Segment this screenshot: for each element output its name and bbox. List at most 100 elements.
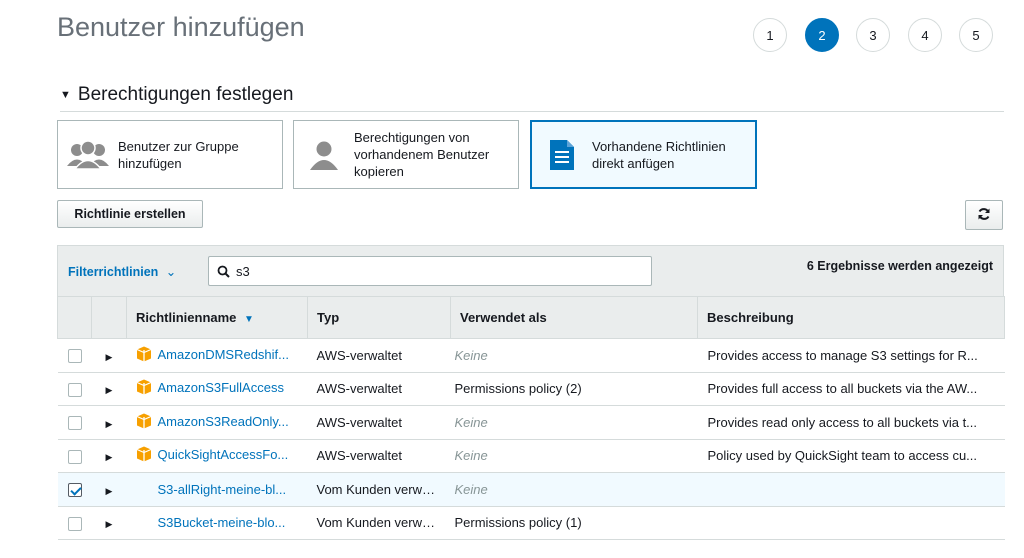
policy-name-link[interactable]: S3-allRight-meine-bl... (158, 482, 287, 497)
policy-used-as: Permissions policy (2) (450, 372, 698, 406)
policy-used-as: Keine (450, 472, 698, 507)
policy-description: Provides read only access to all buckets… (697, 405, 1005, 440)
row-checkbox-cell (57, 405, 92, 440)
column-header-used-as[interactable]: Verwendet als (450, 296, 698, 339)
chevron-down-icon: ⌄ (165, 265, 177, 279)
table-header-row: Richtlinienname ▼ Typ Verwendet als Besc… (57, 296, 1005, 339)
policy-type: AWS-verwaltet (307, 439, 451, 473)
policy-description: Provides access to manage S3 settings fo… (697, 338, 1005, 373)
aws-managed-icon (136, 446, 152, 465)
column-header-description[interactable]: Beschreibung (697, 296, 1005, 339)
policy-used-as: Keine (450, 405, 698, 440)
aws-managed-icon (136, 379, 152, 398)
document-icon (532, 138, 592, 172)
row-expand-cell: ▶ (91, 405, 127, 440)
caret-down-icon: ▼ (60, 89, 71, 101)
row-checkbox-cell (57, 439, 92, 473)
policy-name-cell: AmazonS3ReadOnly... (126, 405, 308, 440)
table-row[interactable]: ▶ QuickSightAccessFo... AWS-verwaltet Keine… (57, 439, 1005, 473)
policy-name-cell: QuickSightAccessFo... (126, 439, 308, 473)
filter-policies-dropdown[interactable]: Filterrichtlinien ⌄ (68, 264, 176, 279)
policy-name-link[interactable]: AmazonDMSRedshif... (158, 347, 290, 362)
caret-right-icon[interactable]: ▶ (106, 385, 113, 395)
table-row[interactable]: ▶ AmazonDMSRedshif... AWS-verwaltet Keine Pr… (57, 338, 1005, 373)
search-icon (217, 265, 230, 278)
row-checkbox[interactable] (67, 416, 82, 431)
row-checkbox-cell (57, 372, 92, 406)
option-label: Vorhandene Richtlinien direkt anfügen (592, 138, 726, 171)
step-3[interactable]: 3 (856, 18, 890, 52)
row-checkbox-cell (57, 472, 92, 507)
policy-description (697, 506, 1005, 540)
policy-description (697, 472, 1005, 507)
policy-type: Vom Kunden verwaltet (307, 506, 451, 540)
step-2[interactable]: 2 (805, 18, 839, 52)
policy-type: AWS-verwaltet (307, 405, 451, 440)
page-title: Benutzer hinzufügen (57, 12, 305, 42)
policy-type: AWS-verwaltet (307, 338, 451, 373)
filter-bar: Filterrichtlinien ⌄ s3 6 Ergebnisse werd… (57, 245, 1004, 296)
option-copy-permissions[interactable]: Berechtigungen von vorhandenem Benutzer … (293, 120, 519, 189)
row-expand-cell: ▶ (91, 372, 127, 406)
policy-used-as: Permissions policy (1) (450, 506, 698, 540)
step-5[interactable]: 5 (959, 18, 993, 52)
option-label: Benutzer zur Gruppe hinzufügen (118, 138, 239, 171)
policy-name-cell: AmazonDMSRedshif... (126, 338, 308, 373)
caret-right-icon[interactable]: ▶ (106, 419, 113, 429)
sort-down-icon: ▼ (244, 314, 254, 325)
table-row[interactable]: ▶ S3Bucket-meine-blo... Vom Kunden verwalt… (57, 506, 1005, 540)
row-expand-cell: ▶ (91, 472, 127, 507)
option-label: Berechtigungen von vorhandenem Benutzer … (354, 130, 490, 179)
aws-managed-icon (136, 413, 152, 432)
row-checkbox-cell (57, 506, 92, 540)
policy-description: Provides full access to all buckets via … (697, 372, 1005, 406)
row-expand-cell: ▶ (91, 506, 127, 540)
policy-table: Richtlinienname ▼ Typ Verwendet als Besc… (57, 296, 1005, 540)
group-icon (58, 139, 118, 171)
section-title: Berechtigungen festlegen (77, 84, 294, 105)
policy-name-cell: AmazonS3FullAccess (126, 372, 308, 406)
caret-right-icon[interactable]: ▶ (106, 452, 113, 462)
column-header-type[interactable]: Typ (307, 296, 451, 339)
result-count: 6 Ergebnisse werden angezeigt (806, 259, 993, 273)
caret-right-icon[interactable]: ▶ (106, 519, 113, 529)
row-checkbox[interactable] (67, 349, 82, 364)
column-label: Richtlinienname (136, 310, 237, 325)
row-checkbox[interactable] (67, 483, 82, 498)
refresh-icon (977, 207, 991, 224)
policy-description: Policy used by QuickSight team to access… (697, 439, 1005, 473)
table-row[interactable]: ▶ AmazonS3ReadOnly... AWS-verwaltet Keine Pr… (57, 405, 1005, 440)
policy-name-link[interactable]: S3Bucket-meine-blo... (158, 515, 286, 530)
table-row[interactable]: ▶ S3-allRight-meine-bl... Vom Kunden verwa… (57, 472, 1005, 507)
row-checkbox[interactable] (67, 449, 82, 464)
search-value: s3 (236, 263, 250, 279)
table-row[interactable]: ▶ AmazonS3FullAccess AWS-verwaltet Permissi… (57, 372, 1005, 406)
policy-name-link[interactable]: AmazonS3ReadOnly... (158, 414, 289, 429)
policy-used-as: Keine (450, 338, 698, 373)
filter-label: Filterrichtlinien (68, 265, 159, 279)
step-4[interactable]: 4 (908, 18, 942, 52)
caret-right-icon[interactable]: ▶ (106, 486, 113, 496)
row-checkbox[interactable] (67, 382, 82, 397)
option-add-to-group[interactable]: Benutzer zur Gruppe hinzufügen (57, 120, 283, 189)
policy-name-cell: S3-allRight-meine-bl... (126, 472, 308, 507)
create-policy-button[interactable]: Richtlinie erstellen (57, 200, 203, 228)
header-select (57, 296, 92, 339)
policy-name-link[interactable]: QuickSightAccessFo... (158, 447, 289, 462)
search-input[interactable]: s3 (208, 256, 652, 286)
policy-name-link[interactable]: AmazonS3FullAccess (158, 380, 284, 395)
policy-used-as: Keine (450, 439, 698, 473)
policy-name-cell: S3Bucket-meine-blo... (126, 506, 308, 540)
step-1[interactable]: 1 (753, 18, 787, 52)
row-expand-cell: ▶ (91, 439, 127, 473)
column-header-policy-name[interactable]: Richtlinienname ▼ (126, 296, 308, 339)
user-icon (294, 139, 354, 171)
row-checkbox-cell (57, 338, 92, 373)
header-expand (91, 296, 127, 339)
row-checkbox[interactable] (67, 516, 82, 531)
aws-managed-icon (136, 346, 152, 365)
caret-right-icon[interactable]: ▶ (106, 352, 113, 362)
option-attach-policies[interactable]: Vorhandene Richtlinien direkt anfügen (530, 120, 757, 189)
permissions-section-header[interactable]: ▼ Berechtigungen festlegen (60, 84, 1004, 112)
refresh-button[interactable] (965, 200, 1003, 230)
